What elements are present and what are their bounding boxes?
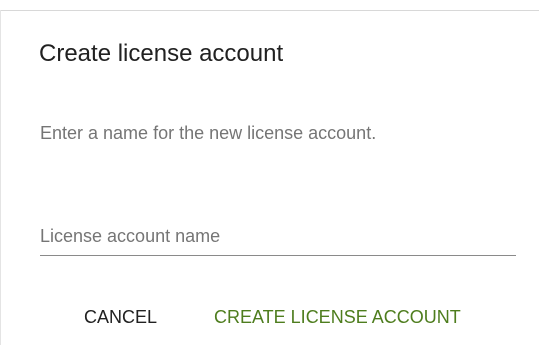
dialog-title: Create license account bbox=[39, 40, 284, 67]
input-underline bbox=[40, 255, 516, 256]
cancel-button[interactable]: CANCEL bbox=[84, 306, 157, 328]
create-license-account-button[interactable]: CREATE LICENSE ACCOUNT bbox=[214, 306, 461, 328]
dialog-description: Enter a name for the new license account… bbox=[40, 123, 377, 143]
license-account-name-field bbox=[40, 218, 516, 258]
create-license-account-dialog: Create license account Enter a name for … bbox=[0, 10, 539, 345]
background-page-strip bbox=[0, 0, 539, 10]
license-account-name-input[interactable] bbox=[40, 218, 516, 254]
